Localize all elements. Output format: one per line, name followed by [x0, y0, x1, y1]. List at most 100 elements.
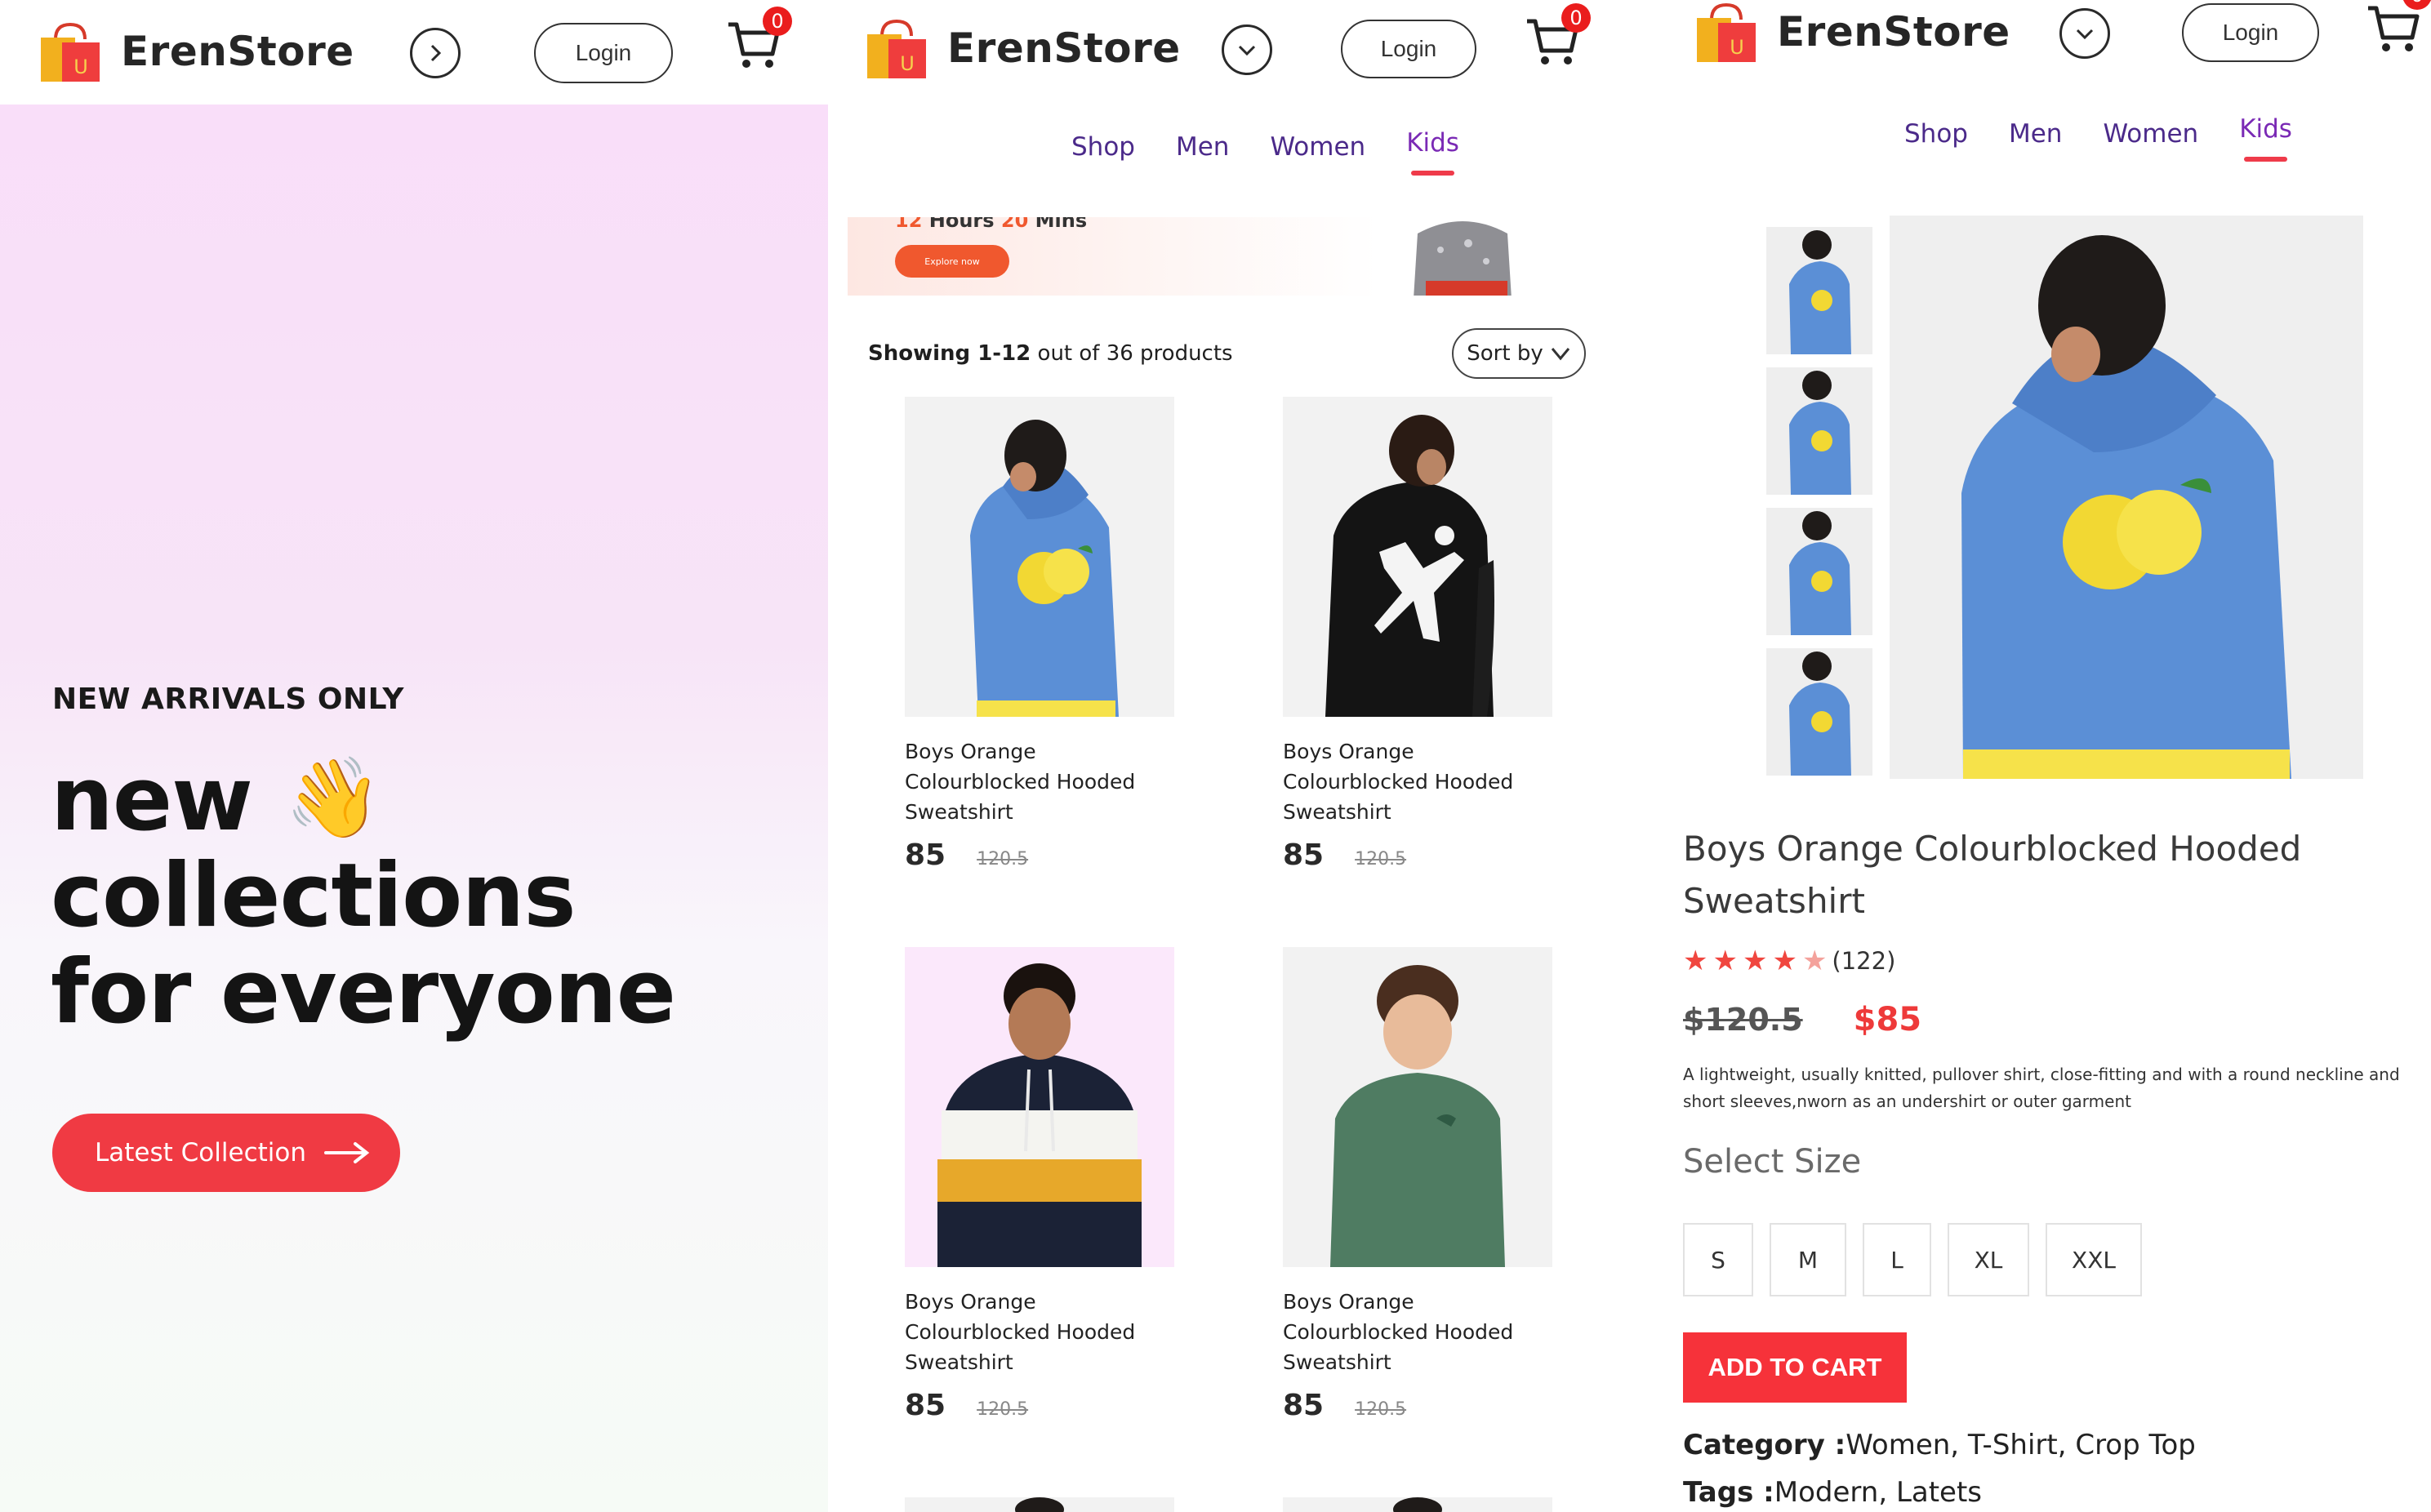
menu-toggle-button[interactable]: [1222, 24, 1272, 75]
hero-section: NEW ARRIVALS ONLY new 👋 collections for e…: [0, 105, 828, 1512]
category-nav: Shop Men Women Kids: [1904, 114, 2292, 162]
price-current: 85: [1283, 1389, 1325, 1422]
menu-toggle-button[interactable]: [2059, 8, 2110, 59]
size-options: S M L XL XXL: [1683, 1223, 2142, 1296]
active-nav-underline: [1411, 171, 1454, 176]
review-count: (122): [1832, 947, 1896, 975]
active-nav-underline: [2244, 157, 2287, 162]
sort-by-button[interactable]: Sort by: [1452, 328, 1586, 379]
login-button[interactable]: Login: [1341, 20, 1476, 78]
size-option-l[interactable]: L: [1863, 1223, 1931, 1296]
price-original: 120.5: [977, 1399, 1029, 1420]
product-thumbnail[interactable]: [1766, 227, 1872, 354]
hero-title: new 👋 collections for everyone: [51, 749, 676, 1043]
price-current: $85: [1853, 1001, 1922, 1038]
nav-item-men[interactable]: Men: [2009, 119, 2062, 149]
product-card[interactable]: Boys Orange Colourblocked Hooded Sweatsh…: [905, 397, 1174, 872]
listing-screen: U ErenStore Login 0 Shop Men Women Kids …: [828, 0, 1622, 1512]
latest-collection-button[interactable]: Latest Collection: [52, 1114, 400, 1192]
nav-item-men[interactable]: Men: [1176, 132, 1229, 162]
cart-count-badge: 0: [1561, 3, 1591, 33]
explore-now-button[interactable]: Explore now: [895, 245, 1009, 278]
logo[interactable]: U ErenStore: [864, 16, 1181, 80]
product-tags: Tags :Modern, Latets: [1683, 1476, 1983, 1509]
product-description: A lightweight, usually knitted, pullover…: [1683, 1065, 2400, 1111]
svg-text:U: U: [900, 52, 915, 75]
results-count: Showing 1-12 out of 36 products: [868, 341, 1233, 366]
cart-button[interactable]: 0: [1525, 3, 1591, 67]
star-icon: ★: [1742, 945, 1768, 977]
product-main-image[interactable]: [1890, 216, 2363, 779]
nav-item-women[interactable]: Women: [2103, 119, 2198, 149]
svg-text:U: U: [73, 56, 88, 78]
product-card[interactable]: Boys Orange Colourblocked Hooded Sweatsh…: [1283, 947, 1552, 1422]
shopping-bag-icon: U: [1694, 0, 1759, 64]
chevron-down-icon: [2076, 29, 2094, 40]
product-image[interactable]: [905, 397, 1174, 717]
product-image[interactable]: [1283, 1497, 1552, 1512]
product-image[interactable]: [905, 1497, 1174, 1512]
promo-banner: 12 Hours 20 Mins Explore now: [848, 217, 1605, 296]
shopping-bag-icon: U: [38, 20, 103, 83]
nav-item-kids-label: Kids: [2239, 114, 2292, 144]
cart-icon: [2368, 6, 2420, 51]
product-name[interactable]: Boys Orange Colourblocked Hooded Sweatsh…: [1283, 1287, 1552, 1377]
countdown-text: 12 Hours 20 Mins: [895, 217, 1088, 232]
hero-kicker: NEW ARRIVALS ONLY: [52, 683, 404, 716]
waving-hand-icon: 👋: [284, 752, 383, 843]
header: U ErenStore Login 0: [1622, 0, 2431, 105]
header: U ErenStore Login 0: [828, 0, 1622, 105]
logo[interactable]: U ErenStore: [1694, 0, 2010, 64]
product-card[interactable]: Boys Orange Colourblocked Hooded Sweatsh…: [1283, 397, 1552, 872]
shopping-bag-icon: U: [864, 16, 929, 80]
product-price: 85 120.5: [905, 838, 1174, 872]
login-button[interactable]: Login: [2182, 3, 2319, 62]
product-image[interactable]: [905, 947, 1174, 1267]
product-name[interactable]: Boys Orange Colourblocked Hooded Sweatsh…: [1283, 736, 1552, 827]
product-name[interactable]: Boys Orange Colourblocked Hooded Sweatsh…: [905, 1287, 1174, 1377]
product-thumbnail[interactable]: [1766, 367, 1872, 495]
nav-item-women[interactable]: Women: [1270, 132, 1365, 162]
product-price: 85 120.5: [1283, 1389, 1552, 1422]
nav-item-kids[interactable]: Kids: [1406, 128, 1459, 176]
star-icon: ★: [1683, 945, 1708, 977]
product-thumbnail[interactable]: [1766, 648, 1872, 776]
svg-text:U: U: [1730, 36, 1744, 59]
select-size-heading: Select Size: [1683, 1143, 1862, 1181]
cart-button[interactable]: 0: [2366, 0, 2431, 54]
category-nav: Shop Men Women Kids: [1071, 128, 1459, 176]
product-title: Boys Orange Colourblocked Hooded Sweatsh…: [1683, 829, 2302, 921]
chevron-right-icon: [430, 44, 442, 62]
nav-item-kids-label: Kids: [1406, 128, 1459, 158]
hero-title-line1: new: [51, 749, 253, 851]
brand-name: ErenStore: [947, 24, 1181, 72]
size-option-s[interactable]: S: [1683, 1223, 1753, 1296]
price-current: 85: [905, 1389, 946, 1422]
login-button[interactable]: Login: [534, 23, 673, 83]
product-price: 85 120.5: [905, 1389, 1174, 1422]
nav-item-shop[interactable]: Shop: [1071, 132, 1135, 162]
nav-item-shop[interactable]: Shop: [1904, 119, 1968, 149]
product-image[interactable]: [1283, 397, 1552, 717]
product-price: 85 120.5: [1283, 838, 1552, 872]
product-thumbnail[interactable]: [1766, 508, 1872, 635]
product-name[interactable]: Boys Orange Colourblocked Hooded Sweatsh…: [905, 736, 1174, 827]
product-detail-screen: U ErenStore Login 0 Shop Men Women Kids: [1622, 0, 2431, 1512]
size-option-xl[interactable]: XL: [1948, 1223, 2029, 1296]
chevron-down-icon: [1238, 45, 1256, 56]
product-rating: ★ ★ ★ ★ ★ (122): [1683, 947, 1895, 975]
latest-collection-label: Latest Collection: [95, 1138, 306, 1167]
size-option-m[interactable]: M: [1770, 1223, 1846, 1296]
logo[interactable]: U ErenStore: [38, 20, 354, 83]
header: U ErenStore Login 0: [0, 0, 828, 105]
product-image[interactable]: [1283, 947, 1552, 1267]
cart-button[interactable]: 0: [727, 7, 792, 70]
hero-title-line3: for everyone: [51, 941, 676, 1043]
nav-item-kids[interactable]: Kids: [2239, 114, 2292, 162]
sort-by-label: Sort by: [1467, 341, 1543, 366]
size-option-xxl[interactable]: XXL: [2046, 1223, 2142, 1296]
product-card[interactable]: Boys Orange Colourblocked Hooded Sweatsh…: [905, 947, 1174, 1422]
add-to-cart-button[interactable]: ADD TO CART: [1683, 1332, 1907, 1403]
price-original: 120.5: [1355, 1399, 1407, 1420]
menu-toggle-button[interactable]: [410, 28, 461, 78]
